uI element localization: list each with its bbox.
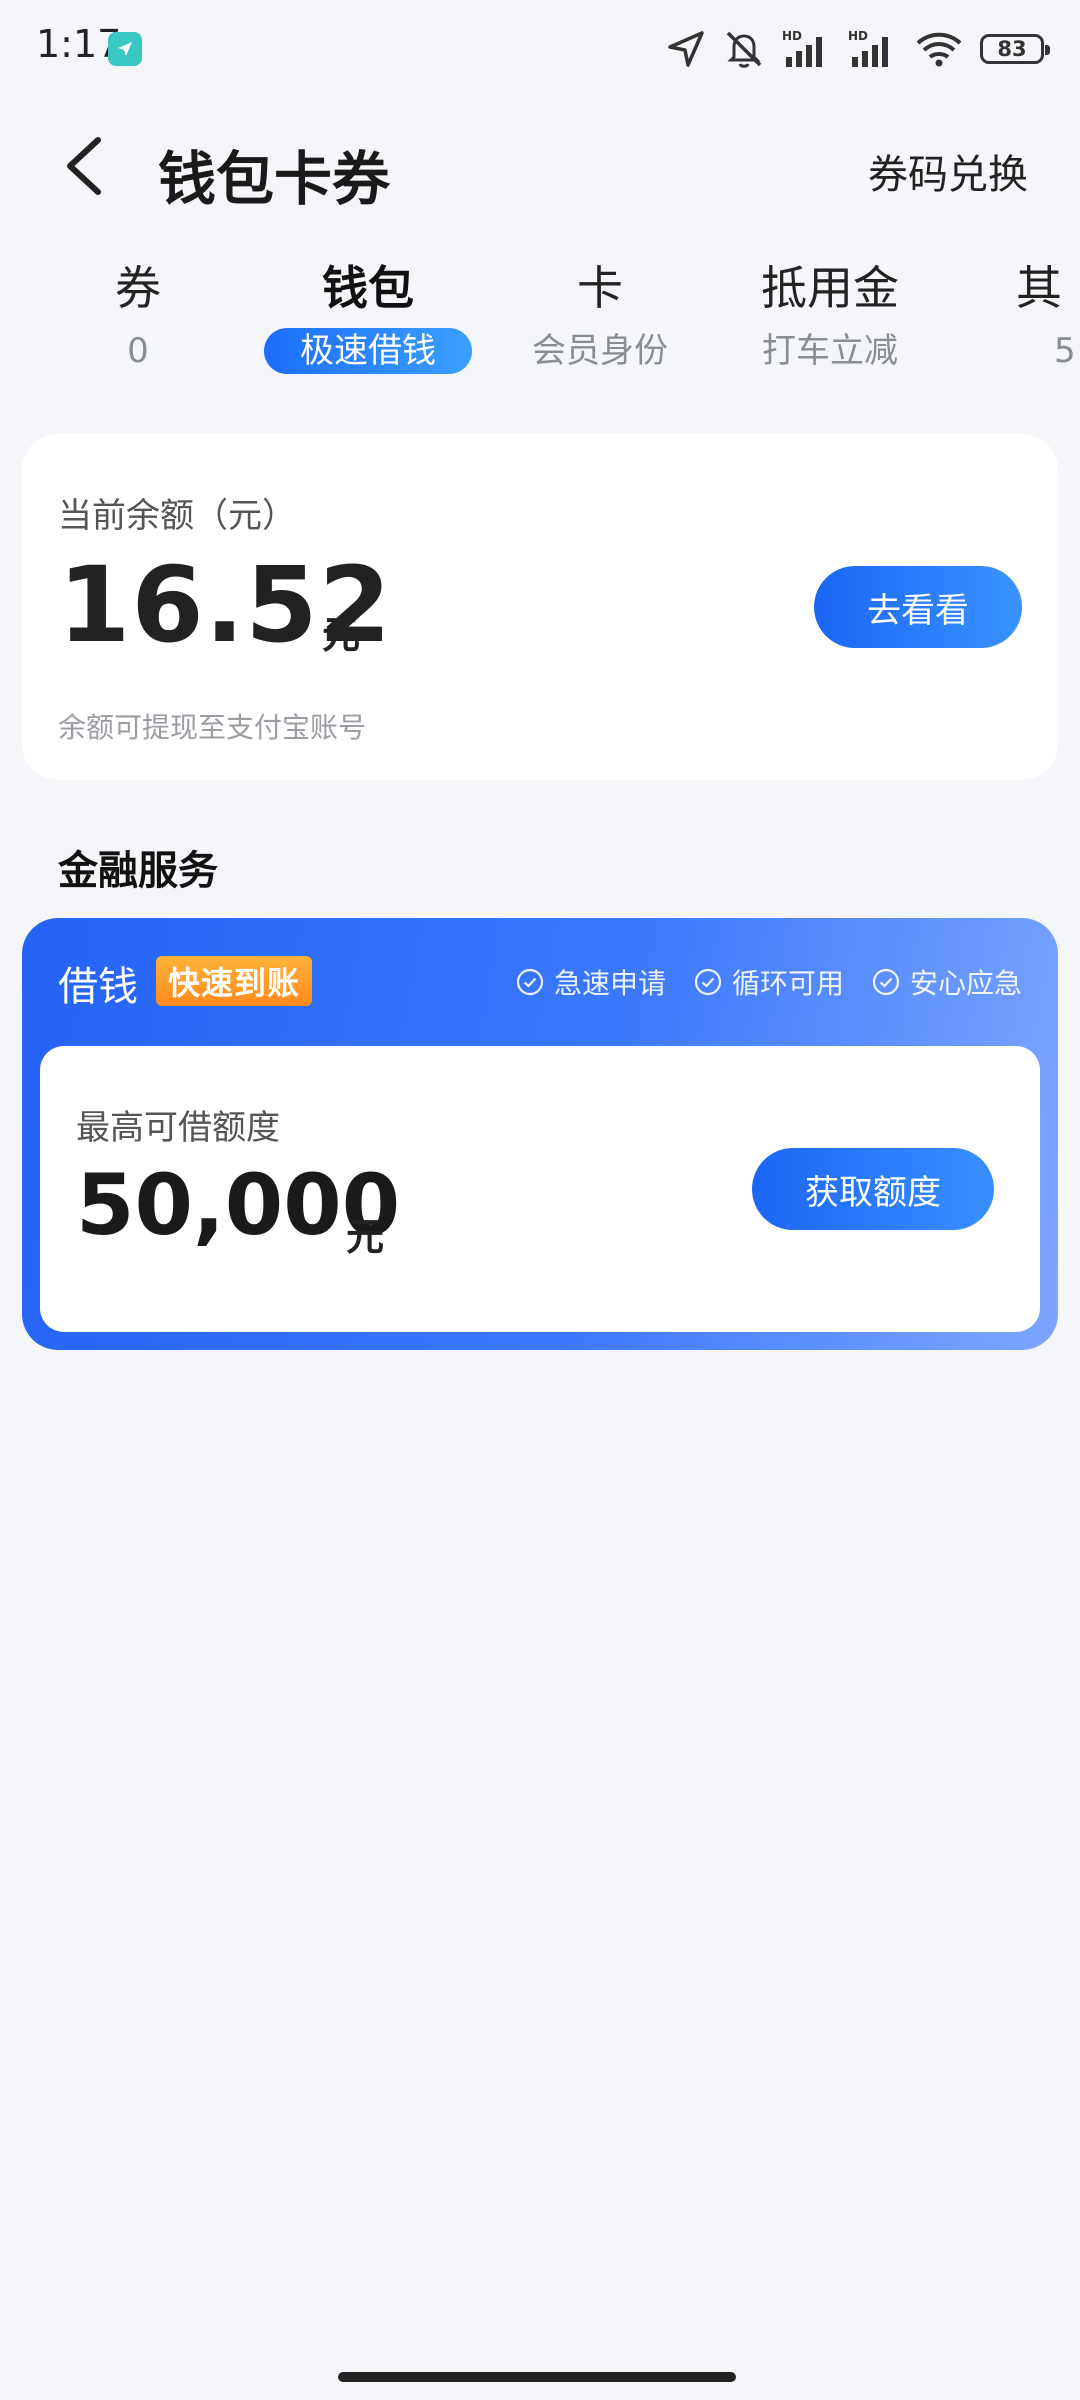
page-title: 钱包卡券 xyxy=(158,145,391,213)
balance-note: 余额可提现至支付宝账号 xyxy=(58,711,367,744)
back-arrow-icon[interactable] xyxy=(58,132,118,200)
home-gesture-bar[interactable] xyxy=(338,2372,736,2382)
loan-limit-panel: 最高可借额度 50,000 元 获取额度 xyxy=(40,1046,1040,1332)
feature-item: 急速申请 xyxy=(516,962,666,1002)
tab-coupons[interactable]: 券 0 xyxy=(28,256,248,374)
svg-text:HD: HD xyxy=(782,29,802,43)
feature-label: 循环可用 xyxy=(731,967,844,1000)
loan-card[interactable]: 借钱 快速到账 急速申请 循环可用 安心应急 最高可借额度 50,000 元 获… xyxy=(22,918,1058,1350)
check-circle-icon xyxy=(694,968,722,996)
view-balance-button[interactable]: 去看看 xyxy=(814,566,1022,648)
status-bar: 1:17 HD HD 83 xyxy=(0,0,1080,96)
tab-label: 卡 xyxy=(577,261,623,315)
tab-wallet[interactable]: 钱包 极速借钱 xyxy=(258,256,478,374)
check-circle-icon xyxy=(872,968,900,996)
signal-hd-icon: HD xyxy=(782,29,822,67)
tab-sub: 会员身份 xyxy=(532,331,668,371)
get-limit-button[interactable]: 获取额度 xyxy=(752,1148,994,1230)
category-tabs: 券 0 钱包 极速借钱 卡 会员身份 抵用金 打车立减 其 5 xyxy=(0,256,1080,396)
feature-item: 安心应急 xyxy=(872,962,1022,1002)
loan-title: 借钱 xyxy=(58,964,138,1010)
check-circle-icon xyxy=(516,968,544,996)
tab-label: 券 xyxy=(115,261,161,315)
tab-sub: 5 xyxy=(1054,331,1076,371)
tab-sub: 0 xyxy=(127,331,149,371)
wifi-icon xyxy=(916,32,962,67)
location-arrow-icon xyxy=(668,31,704,67)
loan-limit-unit: 元 xyxy=(346,1215,385,1259)
feature-label: 急速申请 xyxy=(553,967,666,1000)
balance-card: 当前余额（元） 16.52 元 去看看 余额可提现至支付宝账号 xyxy=(22,434,1058,780)
redeem-code-link[interactable]: 券码兑换 xyxy=(868,142,1028,200)
tab-sub: 打车立减 xyxy=(762,331,898,371)
tab-sub-badge: 极速借钱 xyxy=(264,328,472,374)
svg-text:HD: HD xyxy=(848,29,868,43)
tab-other[interactable]: 其 5 xyxy=(1016,256,1080,374)
battery-icon: 83 xyxy=(980,34,1050,64)
loan-features: 急速申请 循环可用 安心应急 xyxy=(516,962,1022,1002)
tab-vouchers[interactable]: 抵用金 打车立减 xyxy=(720,256,940,374)
loan-limit-label: 最高可借额度 xyxy=(76,1108,280,1148)
app-notification-icon xyxy=(108,32,142,66)
fast-arrival-badge: 快速到账 xyxy=(156,956,313,1006)
signal-hd-icon: HD xyxy=(848,29,888,67)
tab-label: 其 xyxy=(1016,261,1062,315)
mute-bell-icon xyxy=(726,31,762,68)
feature-item: 循环可用 xyxy=(694,962,844,1002)
feature-label: 安心应急 xyxy=(909,967,1022,1000)
tab-label: 钱包 xyxy=(322,261,414,315)
tab-label: 抵用金 xyxy=(761,261,899,315)
balance-unit: 元 xyxy=(322,613,361,657)
header: 钱包卡券 券码兑换 xyxy=(0,110,1080,222)
tab-cards[interactable]: 卡 会员身份 xyxy=(490,256,710,374)
section-title: 金融服务 xyxy=(58,848,218,894)
balance-label: 当前余额（元） xyxy=(58,496,296,536)
status-icons: HD HD 83 xyxy=(666,26,1050,72)
